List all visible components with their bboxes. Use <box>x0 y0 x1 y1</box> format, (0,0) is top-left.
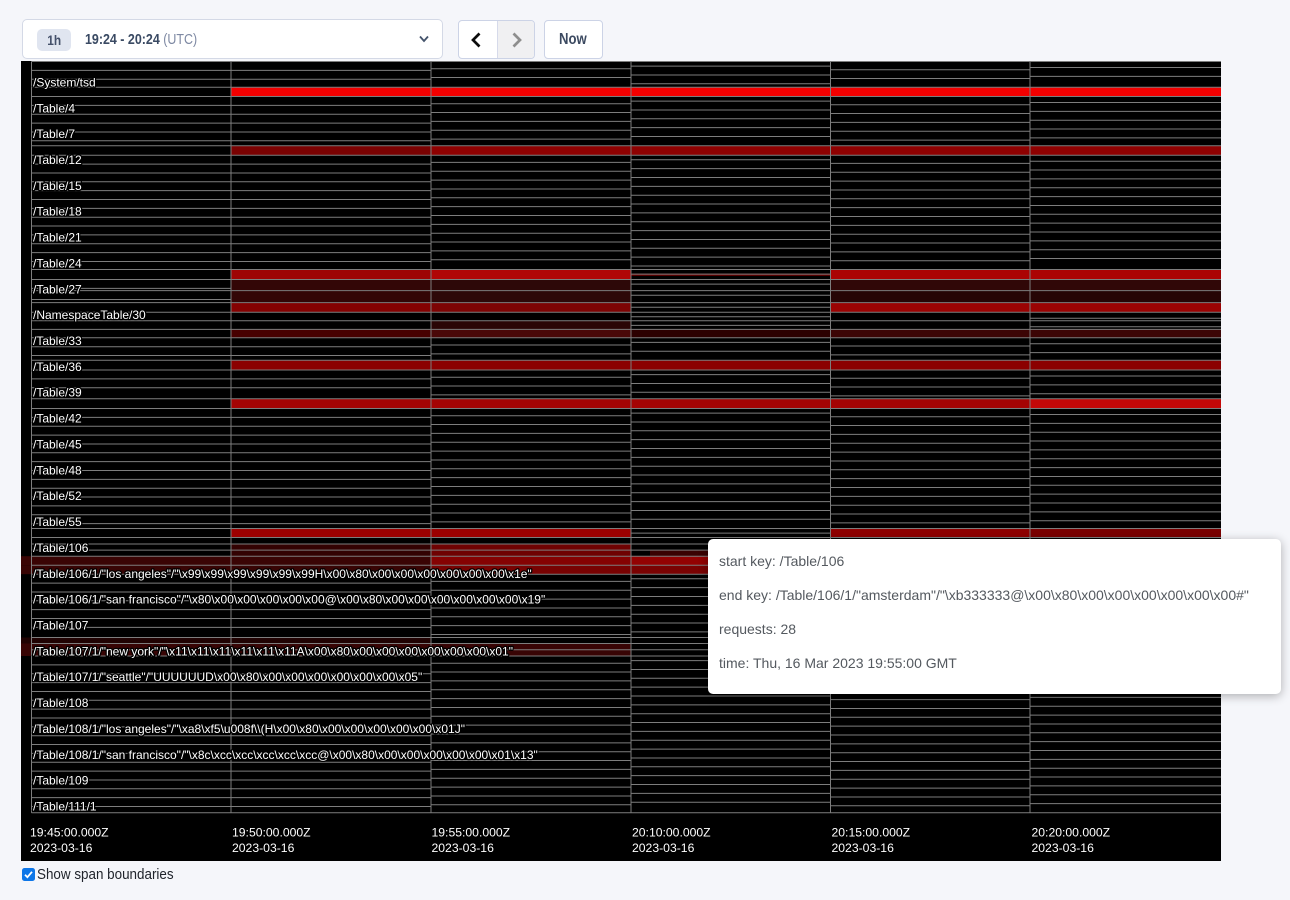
svg-text:/Table/21: /Table/21 <box>33 231 82 245</box>
svg-text:/Table/52: /Table/52 <box>33 489 82 503</box>
svg-text:/Table/39: /Table/39 <box>33 386 82 400</box>
svg-text:/Table/107/1/"new york"/"\x11\: /Table/107/1/"new york"/"\x11\x11\x11\x1… <box>33 644 513 658</box>
svg-text:2023-03-16: 2023-03-16 <box>1032 841 1095 855</box>
svg-text:2023-03-16: 2023-03-16 <box>232 841 295 855</box>
svg-text:/Table/111/1: /Table/111/1 <box>33 800 97 814</box>
svg-text:/Table/42: /Table/42 <box>33 412 82 426</box>
svg-text:20:20:00.000Z: 20:20:00.000Z <box>1032 826 1111 840</box>
svg-text:/Table/12: /Table/12 <box>33 153 82 167</box>
svg-text:/Table/36: /Table/36 <box>33 360 82 374</box>
svg-text:/Table/107/1/"seattle"/"UUUUUU: /Table/107/1/"seattle"/"UUUUUUD\x00\x80\… <box>33 670 422 684</box>
svg-text:19:50:00.000Z: 19:50:00.000Z <box>232 826 311 840</box>
svg-text:/Table/48: /Table/48 <box>33 463 82 477</box>
svg-text:/System/tsd: /System/tsd <box>33 75 96 89</box>
svg-text:20:15:00.000Z: 20:15:00.000Z <box>832 826 911 840</box>
svg-text:/Table/108/1/"san francisco"/": /Table/108/1/"san francisco"/"\x8c\xcc\x… <box>33 748 538 762</box>
svg-text:/Table/108/1/"los angeles"/"\x: /Table/108/1/"los angeles"/"\xa8\xf5\u00… <box>33 722 465 736</box>
svg-text:/Table/107: /Table/107 <box>33 619 89 633</box>
svg-text:/Table/55: /Table/55 <box>33 515 82 529</box>
svg-text:/Table/27: /Table/27 <box>33 282 82 296</box>
svg-text:/Table/15: /Table/15 <box>33 179 82 193</box>
svg-text:/Table/108: /Table/108 <box>33 696 89 710</box>
svg-text:/Table/18: /Table/18 <box>33 205 82 219</box>
svg-text:19:45:00.000Z: 19:45:00.000Z <box>30 826 109 840</box>
svg-text:/Table/33: /Table/33 <box>33 334 82 348</box>
svg-text:2023-03-16: 2023-03-16 <box>832 841 895 855</box>
svg-text:/Table/109: /Table/109 <box>33 774 89 788</box>
svg-text:/Table/4: /Table/4 <box>33 101 75 115</box>
svg-text:/NamespaceTable/30: /NamespaceTable/30 <box>33 308 146 322</box>
svg-text:/Table/45: /Table/45 <box>33 438 82 452</box>
svg-text:2023-03-16: 2023-03-16 <box>432 841 495 855</box>
svg-text:/Table/106/1/"los angeles"/"\x: /Table/106/1/"los angeles"/"\x99\x99\x99… <box>33 567 532 581</box>
svg-text:/Table/7: /Table/7 <box>33 127 75 141</box>
svg-text:/Table/106/1/"san francisco"/": /Table/106/1/"san francisco"/"\x80\x00\x… <box>33 593 545 607</box>
svg-text:2023-03-16: 2023-03-16 <box>30 841 93 855</box>
svg-text:/Table/24: /Table/24 <box>33 256 82 270</box>
svg-text:19:55:00.000Z: 19:55:00.000Z <box>432 826 511 840</box>
svg-text:/Table/106: /Table/106 <box>33 541 89 555</box>
svg-text:20:10:00.000Z: 20:10:00.000Z <box>632 826 711 840</box>
svg-text:2023-03-16: 2023-03-16 <box>632 841 695 855</box>
